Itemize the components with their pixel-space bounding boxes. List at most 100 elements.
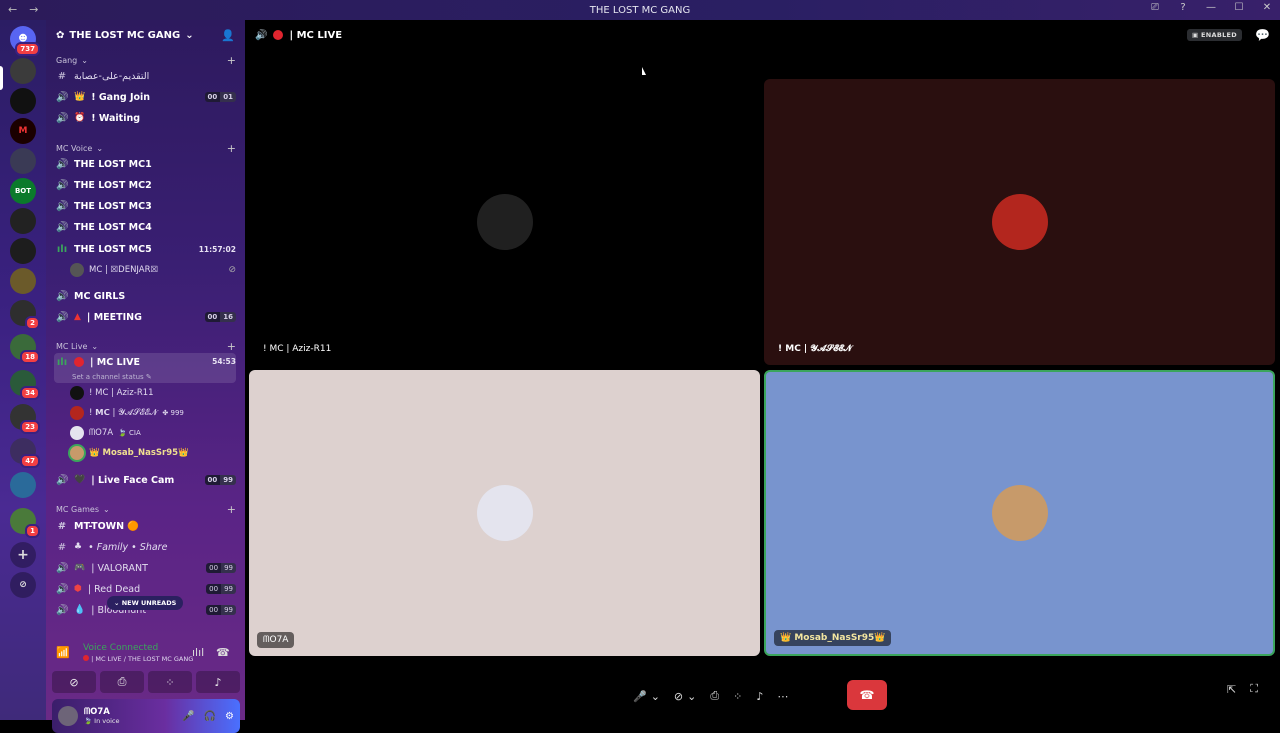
server-icon[interactable]: M	[10, 118, 36, 144]
video-tile[interactable]: ! 𝗠𝗖 | 𝓨𝓐𝓢𝓔𝓔𝓝	[764, 79, 1275, 365]
disconnect-button[interactable]: ☎	[847, 680, 887, 710]
channel-meeting[interactable]: 🔊 ▲ | MEETING 00 16	[54, 307, 236, 327]
channel-mc3[interactable]: 🔊 THE LOST MC3	[54, 196, 236, 216]
guild-header[interactable]: ✿ THE LOST MC GANG ⌄ 👤	[46, 20, 245, 50]
speaker-icon: 🔊	[56, 158, 69, 170]
inbox-icon[interactable]: ⎚	[1148, 2, 1162, 13]
screen-share-icon: ⎙	[710, 689, 720, 702]
channel-mc1[interactable]: 🔊 THE LOST MC1	[54, 154, 236, 174]
mouse-cursor	[642, 67, 646, 75]
create-channel-icon[interactable]: +	[227, 503, 236, 516]
speaker-icon: 🔊	[56, 91, 69, 103]
username: ᗰO7A	[84, 707, 110, 717]
voice-user[interactable]: ! 𝗠𝗖 | 𝓨𝓐𝓢𝓔𝓔𝓝 ✤ 999	[70, 404, 236, 422]
channel-mc4[interactable]: 🔊 THE LOST MC4	[54, 217, 236, 237]
maximize-icon[interactable]: ☐	[1232, 2, 1246, 13]
new-unreads-pill[interactable]: ⌄ NEW UNREADS	[107, 596, 184, 610]
category-label: MC Voice	[56, 144, 93, 153]
help-icon[interactable]: ?	[1176, 2, 1190, 13]
channel-mt-town[interactable]: # MT-TOWN 🟠	[54, 516, 236, 536]
server-folder[interactable]	[10, 472, 36, 498]
fullscreen-icon[interactable]: ⛶	[1250, 682, 1258, 696]
channel-family-share[interactable]: # ♣ • Family • Share	[54, 537, 236, 557]
user-panel[interactable]: ᗰO7A 🍃 In voice 🎤 🎧 ⚙	[52, 699, 240, 733]
create-channel-icon[interactable]: +	[227, 340, 236, 353]
more-button[interactable]: ⋯	[773, 682, 792, 710]
voice-status-title[interactable]: Voice Connected	[83, 643, 158, 653]
server-icon[interactable]	[10, 148, 36, 174]
server-folder[interactable]: 1	[10, 508, 40, 538]
speaker-icon: 🔊	[56, 221, 69, 233]
signal-icon[interactable]: 📶	[56, 646, 70, 659]
back-icon[interactable]: ←	[8, 3, 17, 16]
home-button[interactable]: ☻ 737	[10, 26, 40, 56]
voice-user[interactable]: ᗰO7A 🍃 CIA	[70, 424, 236, 442]
add-server-button[interactable]: +	[10, 542, 36, 568]
voice-status-subtitle[interactable]: | MC LIVE / THE LOST MC GANG	[83, 655, 193, 663]
chat-icon[interactable]: 💬	[1255, 28, 1270, 42]
video-tile[interactable]: ᗰO7A	[249, 370, 760, 656]
soundboard-button[interactable]: ♪	[752, 682, 767, 710]
channel-rules[interactable]: # التقديم-على-عصابة	[54, 66, 236, 86]
channel-status-prompt[interactable]: Set a channel status ✎	[72, 373, 152, 381]
activities-button[interactable]: ⁘	[729, 682, 746, 710]
server-folder[interactable]: 47	[10, 438, 40, 468]
user-tag: 🍃 CIA	[118, 429, 141, 437]
channel-mc-girls[interactable]: 🔊 MC GIRLS	[54, 286, 236, 306]
camera-button[interactable]: ⊘ ⌄	[670, 682, 700, 710]
soundboard-icon: ♪	[214, 675, 222, 689]
server-icon[interactable]	[10, 88, 36, 114]
channel-mc5[interactable]: ılı THE LOST MC5 11:57:02	[54, 239, 236, 259]
camera-off-button[interactable]: ⊘	[52, 671, 96, 693]
mute-button[interactable]: 🎤 ⌄	[629, 682, 664, 710]
discover-button[interactable]: ⊘	[10, 572, 36, 598]
channel-mc2[interactable]: 🔊 THE LOST MC2	[54, 175, 236, 195]
soundboard-button[interactable]: ♪	[196, 671, 240, 693]
channel-waiting[interactable]: 🔊 ⏰ ! Waiting	[54, 108, 236, 128]
voice-user[interactable]: 👑 Mosab_NasSr95👑	[70, 444, 236, 462]
user-status: 🍃 In voice	[84, 717, 120, 725]
category-mc-live[interactable]: MC Live ⌄ +	[56, 340, 236, 353]
server-folder[interactable]: 18	[10, 334, 40, 364]
channel-sidebar: ✿ THE LOST MC GANG ⌄ 👤 Gang ⌄ + # التقديم-…	[46, 20, 245, 733]
user-limit: 00 01	[204, 92, 236, 102]
channel-label: | MC LIVE	[90, 357, 140, 368]
server-icon[interactable]	[10, 238, 36, 264]
voice-user[interactable]: ! MC | Aziz-R11	[70, 384, 236, 402]
speaker-icon: 🔊	[56, 112, 69, 124]
channel-header: 🔊 | MC LIVE ▣ ENABLED 💬	[245, 20, 1280, 50]
disconnect-icon[interactable]: ☎	[216, 646, 230, 659]
screen-share-button[interactable]: ⎙	[706, 682, 723, 710]
participant-name: 👑 Mosab_NasSr95👑	[774, 630, 892, 646]
server-icon[interactable]	[10, 268, 36, 294]
channel-timer: 11:57:02	[198, 244, 236, 254]
category-mc-games[interactable]: MC Games ⌄ +	[56, 503, 236, 516]
forward-icon[interactable]: →	[29, 3, 38, 16]
activities-button[interactable]: ⁘	[148, 671, 192, 693]
noise-suppression-icon[interactable]: ılıl	[192, 646, 204, 659]
server-icon[interactable]	[10, 208, 36, 234]
speaker-icon: 🔊	[56, 604, 69, 616]
server-folder[interactable]: 23	[10, 404, 40, 434]
video-tile[interactable]: ! MC | Aziz-R11	[249, 79, 760, 365]
voice-user[interactable]: MC | ☒DENJAR☒ ⊘	[70, 261, 236, 279]
server-folder[interactable]: 34	[10, 370, 40, 400]
minimize-icon[interactable]: —	[1204, 2, 1218, 13]
avatar	[70, 406, 84, 420]
server-folder[interactable]: 2	[10, 300, 40, 330]
live-voice-icon: ılı	[56, 357, 68, 368]
invite-icon[interactable]: 👤	[221, 29, 235, 42]
screen-share-button[interactable]: ⎙	[100, 671, 144, 693]
channel-valorant[interactable]: 🔊 🎮 | VALORANT 00 99	[54, 558, 236, 578]
server-icon[interactable]: BOT	[10, 178, 36, 204]
close-icon[interactable]: ✕	[1260, 2, 1274, 13]
popout-icon[interactable]: ⇱	[1227, 683, 1236, 696]
channel-label: ! Waiting	[91, 112, 141, 124]
channel-gang-join[interactable]: 🔊 👑 ! Gang Join 00 01	[54, 87, 236, 107]
clock-icon: ⏰	[74, 113, 86, 123]
enabled-badge[interactable]: ▣ ENABLED	[1187, 29, 1242, 41]
channel-live-face-cam[interactable]: 🔊 🖤 | Live Face Cam 00 99	[54, 470, 236, 490]
server-icon[interactable]	[10, 58, 36, 84]
channel-label: ! Gang Join	[91, 91, 151, 103]
video-tile-speaking[interactable]: 👑 Mosab_NasSr95👑	[764, 370, 1275, 656]
